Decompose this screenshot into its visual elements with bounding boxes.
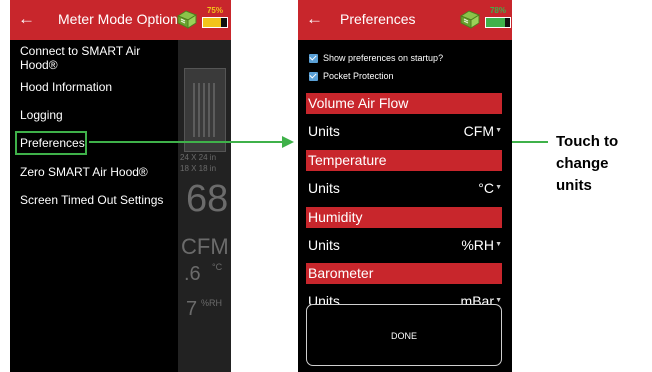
callout-line-2: change xyxy=(556,155,609,172)
battery-fill xyxy=(486,18,505,27)
hood-icon xyxy=(459,10,481,29)
app-header: ← Preferences 78% xyxy=(298,0,512,40)
units-value: CFM xyxy=(463,123,494,139)
section-barometer: Barometer xyxy=(306,263,502,284)
pocket-protection-label: Pocket Protection xyxy=(323,71,394,81)
units-label: Units xyxy=(308,237,340,253)
units-dropdown-volume[interactable]: Units CFM ▼ xyxy=(308,123,502,143)
units-value: %RH xyxy=(461,237,494,253)
callout-line-1: Touch to xyxy=(556,133,619,150)
pocket-protection-checkbox-row[interactable]: Pocket Protection xyxy=(309,71,394,81)
show-preferences-label: Show preferences on startup? xyxy=(323,53,444,63)
units-dropdown-temperature[interactable]: Units °C ▼ xyxy=(308,180,502,200)
preferences-screen: ← Preferences 78% Show preferences on st… xyxy=(298,0,512,372)
section-humidity: Humidity xyxy=(306,207,502,228)
show-preferences-checkbox-row[interactable]: Show preferences on startup? xyxy=(309,53,443,63)
done-button[interactable]: DONE xyxy=(306,304,502,366)
units-label: Units xyxy=(308,180,340,196)
battery-icon xyxy=(485,17,511,28)
pocket-protection-checkbox[interactable] xyxy=(309,71,318,81)
section-temperature: Temperature xyxy=(306,150,502,171)
arrow-left-icon[interactable]: ← xyxy=(306,9,323,29)
battery-percent: 78% xyxy=(489,6,506,15)
units-label: Units xyxy=(308,123,340,139)
section-volume-air-flow: Volume Air Flow xyxy=(306,93,502,114)
units-dropdown-humidity[interactable]: Units %RH ▼ xyxy=(308,237,502,257)
dropdown-caret-icon: ▼ xyxy=(495,184,502,191)
dropdown-caret-icon: ▼ xyxy=(495,127,502,134)
battery-indicator: 78% xyxy=(485,6,511,28)
page-title: Preferences xyxy=(340,11,416,27)
touch-to-change-units-callout: Touch to change units xyxy=(556,131,618,197)
dropdown-caret-icon: ▼ xyxy=(495,297,502,304)
units-value: °C xyxy=(478,180,494,196)
show-preferences-checkbox[interactable] xyxy=(309,53,318,63)
callout-line-3: units xyxy=(556,177,592,194)
dropdown-caret-icon: ▼ xyxy=(495,241,502,248)
